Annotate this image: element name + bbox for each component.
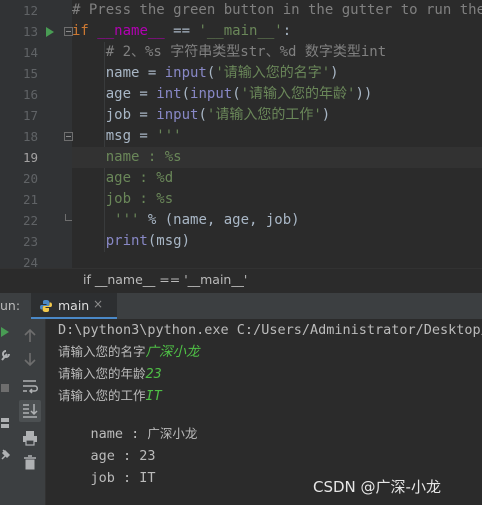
code-line: # Press the green button in the gutter t… xyxy=(72,2,482,18)
left-tool-strip xyxy=(0,319,12,505)
code-line: ''' % (name, age, job) xyxy=(72,212,300,228)
run-window-label: un: xyxy=(0,298,21,313)
layout-icon[interactable] xyxy=(0,417,10,429)
watermark: CSDN @广深-小龙 xyxy=(313,478,441,496)
console-output-line: name : 广深小龙 xyxy=(58,423,198,445)
console-output-line: job : IT xyxy=(58,467,156,489)
console-prompt-line: 请输入您的工作IT xyxy=(58,385,162,407)
output-key: name : xyxy=(58,426,148,442)
breadcrumb-item[interactable]: if __name__ == '__main__' xyxy=(83,272,247,287)
console-prompt-line: 请输入您的年龄23 xyxy=(58,363,162,385)
print-icon[interactable] xyxy=(19,427,41,449)
line-number: 17 xyxy=(22,108,38,123)
run-toolbar xyxy=(12,319,46,505)
console-user-input: 广深小龙 xyxy=(145,344,200,360)
output-value: 23 xyxy=(139,448,156,464)
run-window-header: un: main × xyxy=(0,292,482,320)
code-line: job : %s xyxy=(72,191,174,207)
line-number: 20 xyxy=(22,171,38,186)
trash-icon[interactable] xyxy=(19,452,41,474)
console-user-input: 23 xyxy=(145,366,162,382)
run-icon[interactable] xyxy=(0,326,10,338)
pin-icon[interactable] xyxy=(0,449,11,461)
code-line: age = int(input('请输入您的年龄')) xyxy=(72,86,373,102)
console-prompt-line: 请输入您的名字广深小龙 xyxy=(58,341,200,363)
editor-gutter[interactable]: 12 13 14 15 16 17 18 19 20 21 22 23 24 xyxy=(0,0,73,268)
line-number: 14 xyxy=(22,45,38,60)
code-line: name = input('请输入您的名字') xyxy=(72,65,339,81)
wrench-icon[interactable] xyxy=(0,349,11,361)
code-line-current: name : %s xyxy=(72,147,482,168)
tab-label: main xyxy=(58,298,90,313)
code-line: if __name__ == '__main__': xyxy=(72,23,292,39)
output-value: 广深小龙 xyxy=(147,426,198,441)
code-line: # 2、%s 字符串类型str、%d 数字类型int xyxy=(72,44,387,60)
close-icon[interactable]: × xyxy=(93,297,103,311)
code-editor[interactable]: 12 13 14 15 16 17 18 19 20 21 22 23 24 #… xyxy=(0,0,482,268)
tab-main[interactable]: main × xyxy=(31,293,117,320)
console-command: D:\python3\python.exe C:/Users/Administr… xyxy=(58,322,482,338)
python-icon xyxy=(40,300,52,312)
console-user-input: IT xyxy=(145,388,162,404)
line-number: 12 xyxy=(22,3,38,18)
code-line: age : %d xyxy=(72,170,174,186)
soft-wrap-icon[interactable] xyxy=(19,375,41,397)
run-arrow-icon[interactable] xyxy=(46,27,54,37)
line-number: 16 xyxy=(22,87,38,102)
output-key: age : xyxy=(58,448,140,464)
down-arrow-icon[interactable] xyxy=(19,348,41,370)
console-prompt: 请输入您的工作 xyxy=(58,388,146,403)
output-value: IT xyxy=(139,470,156,486)
output-key: job : xyxy=(58,470,140,486)
console-prompt: 请输入您的年龄 xyxy=(58,366,146,381)
fold-end-icon[interactable] xyxy=(65,214,72,221)
code-line: job = input('请输入您的工作') xyxy=(72,107,331,123)
up-arrow-icon[interactable] xyxy=(19,325,41,347)
line-number: 18 xyxy=(22,129,38,144)
console-prompt: 请输入您的名字 xyxy=(58,344,146,359)
line-number: 24 xyxy=(22,255,38,268)
code-line: msg = ''' xyxy=(72,128,182,144)
code-line: print(msg) xyxy=(105,233,191,249)
line-number: 22 xyxy=(22,213,38,228)
scroll-to-end-button[interactable] xyxy=(19,400,41,422)
line-number: 13 xyxy=(22,24,38,39)
scroll-to-end-icon xyxy=(23,404,38,418)
line-number: 15 xyxy=(22,66,38,81)
breadcrumb[interactable]: if __name__ == '__main__' xyxy=(0,268,482,292)
code-text-area[interactable]: # Press the green button in the gutter t… xyxy=(72,0,482,268)
line-number-active: 19 xyxy=(22,150,38,165)
stop-icon[interactable] xyxy=(0,383,10,393)
line-number: 21 xyxy=(22,192,38,207)
console-output-line: age : 23 xyxy=(58,445,156,467)
line-number: 23 xyxy=(22,234,38,249)
